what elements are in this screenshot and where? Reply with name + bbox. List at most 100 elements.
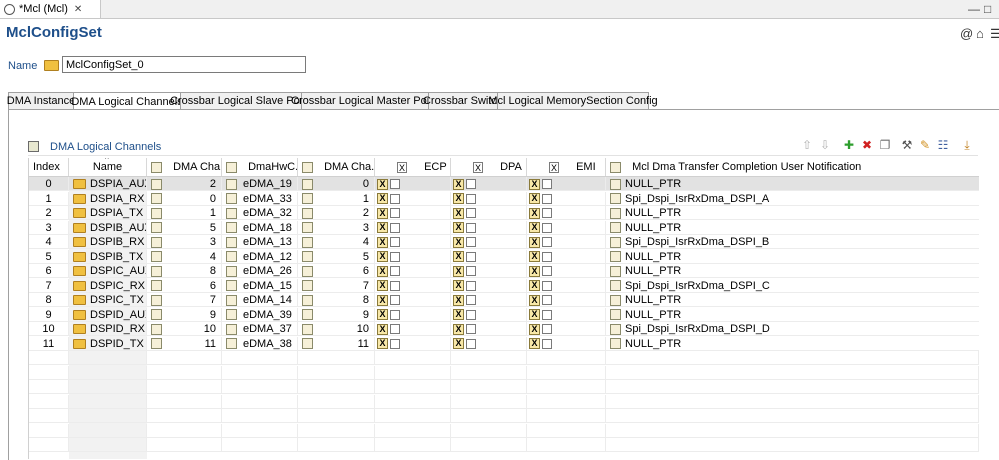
row-dma-hw-channel[interactable]: eDMA_15 <box>222 278 298 293</box>
header-dpa[interactable]: X DPA <box>451 158 527 176</box>
row-notification[interactable]: NULL_PTR <box>606 221 979 235</box>
move-down-icon[interactable]: ⇩ <box>818 138 832 152</box>
dpa-checkbox[interactable] <box>466 193 476 204</box>
row-dma-channel[interactable]: 11 <box>147 336 222 351</box>
minimize-icon[interactable]: — <box>968 2 980 16</box>
row-dma-channel-2[interactable]: 2 <box>298 206 375 220</box>
ecp-checkbox[interactable] <box>390 208 400 219</box>
row-dma-channel-2[interactable]: 11 <box>298 336 375 351</box>
row-name[interactable]: DSPIB_AUX <box>69 220 147 235</box>
calculated-value-icon[interactable]: X <box>529 309 540 321</box>
row-dma-hw-channel[interactable]: eDMA_19 <box>222 177 298 191</box>
ecp-checkbox[interactable] <box>390 193 400 204</box>
edit-table-icon[interactable]: ☷ <box>936 138 950 152</box>
table-row[interactable]: 8 DSPIC_TX 7 eDMA_14 8 X X X NULL_PTR <box>29 293 979 307</box>
emi-checkbox[interactable] <box>542 338 552 349</box>
row-dma-hw-channel[interactable]: eDMA_13 <box>222 235 298 249</box>
ecp-checkbox[interactable] <box>390 295 400 306</box>
calculated-value-icon[interactable]: X <box>377 193 388 205</box>
calculated-value-icon[interactable]: X <box>529 236 540 248</box>
dpa-checkbox[interactable] <box>466 179 476 190</box>
calculated-value-icon[interactable]: X <box>377 323 388 335</box>
calculated-value-icon[interactable]: X <box>529 280 540 292</box>
calculated-value-icon[interactable]: X <box>377 265 388 277</box>
calculated-value-icon[interactable]: X <box>529 178 540 190</box>
row-dma-channel[interactable]: 7 <box>147 293 222 307</box>
row-dma-channel[interactable]: 3 <box>147 235 222 249</box>
calculated-value-icon[interactable]: X <box>453 323 464 335</box>
row-dma-channel[interactable]: 0 <box>147 191 222 206</box>
row-notification[interactable]: NULL_PTR <box>606 308 979 322</box>
calculated-value-icon[interactable]: X <box>377 251 388 263</box>
dpa-checkbox[interactable] <box>466 309 476 320</box>
header-index[interactable]: Index <box>29 158 69 176</box>
row-dma-channel-2[interactable]: 10 <box>298 322 375 336</box>
row-notification[interactable]: Spi_Dspi_IsrRxDma_DSPI_B <box>606 235 979 249</box>
row-dma-channel-2[interactable]: 3 <box>298 220 375 235</box>
header-ecp[interactable]: X ECP <box>375 158 451 176</box>
delete-icon[interactable]: ✖ <box>860 138 874 152</box>
menu-icon[interactable]: ☰ <box>990 26 999 42</box>
row-dma-channel-2[interactable]: 6 <box>298 264 375 278</box>
row-dma-hw-channel[interactable]: eDMA_12 <box>222 249 298 264</box>
table-row[interactable]: 10 DSPID_RX 10 eDMA_37 10 X X X Spi_Dspi_IsrRxDm… <box>29 322 979 336</box>
row-dma-hw-channel[interactable]: eDMA_39 <box>222 307 298 322</box>
calculated-value-icon[interactable]: X <box>453 265 464 277</box>
row-dma-hw-channel[interactable]: eDMA_26 <box>222 264 298 278</box>
calculated-value-icon[interactable]: X <box>377 338 388 350</box>
row-dma-channel-2[interactable]: 7 <box>298 278 375 293</box>
calculated-value-icon[interactable]: X <box>377 222 388 234</box>
tab-crossbar-logical-slave-ports[interactable]: Crossbar Logical Slave Ports <box>170 92 312 109</box>
calculated-value-icon[interactable]: X <box>377 294 388 306</box>
calculated-value-icon[interactable]: X <box>529 294 540 306</box>
header-emi[interactable]: X EMI <box>527 158 606 176</box>
table-row[interactable]: 6 DSPIC_AUX 8 eDMA_26 6 X X X NULL_PTR <box>29 264 979 278</box>
home-icon[interactable]: ⌂ <box>976 26 984 41</box>
table-row[interactable]: 0 DSPIA_AUX 2 eDMA_19 0 X X X NULL_PTR <box>29 177 979 191</box>
calculated-value-icon[interactable]: X <box>453 193 464 205</box>
row-notification[interactable]: NULL_PTR <box>606 264 979 278</box>
row-notification[interactable]: NULL_PTR <box>606 206 979 220</box>
emi-checkbox[interactable] <box>542 179 552 190</box>
calculated-value-icon[interactable]: X <box>529 193 540 205</box>
maximize-icon[interactable]: □ <box>984 2 991 16</box>
row-name[interactable]: DSPIB_TX <box>69 249 147 264</box>
dpa-checkbox[interactable] <box>466 280 476 291</box>
dpa-checkbox[interactable] <box>466 222 476 233</box>
row-notification[interactable]: Spi_Dspi_IsrRxDma_DSPI_A <box>606 192 979 206</box>
name-input[interactable] <box>62 56 306 73</box>
header-dma-channel[interactable]: DMA Cha... <box>147 158 222 176</box>
dpa-checkbox[interactable] <box>466 295 476 306</box>
calculated-value-icon[interactable]: X <box>377 178 388 190</box>
row-name[interactable]: DSPIA_AUX <box>69 177 147 191</box>
close-icon[interactable]: ✕ <box>74 4 82 15</box>
tab-mcl-logical-memorysection-config[interactable]: Mcl Logical MemorySection Config <box>488 92 658 109</box>
calculated-value-icon[interactable]: X <box>453 178 464 190</box>
editor-tab-mcl[interactable]: *Mcl (Mcl) ✕ <box>0 0 101 18</box>
table-row[interactable]: 7 DSPIC_RX 6 eDMA_15 7 X X X Spi_Dspi_IsrRxDma_D… <box>29 278 979 293</box>
dpa-checkbox[interactable] <box>466 251 476 262</box>
dpa-checkbox[interactable] <box>466 338 476 349</box>
ecp-checkbox[interactable] <box>390 251 400 262</box>
header-notification[interactable]: Mcl Dma Transfer Completion User Notific… <box>606 158 979 176</box>
calculated-value-icon[interactable]: X <box>453 207 464 219</box>
ecp-checkbox[interactable] <box>390 324 400 335</box>
row-dma-channel-2[interactable]: 0 <box>298 177 375 191</box>
ecp-checkbox[interactable] <box>390 280 400 291</box>
row-dma-channel[interactable]: 1 <box>147 206 222 220</box>
row-dma-hw-channel[interactable]: eDMA_14 <box>222 293 298 307</box>
calculated-value-icon[interactable]: X <box>377 236 388 248</box>
ecp-checkbox[interactable] <box>390 222 400 233</box>
at-icon[interactable]: @ <box>960 26 973 41</box>
emi-checkbox[interactable] <box>542 237 552 248</box>
row-dma-channel[interactable]: 4 <box>147 249 222 264</box>
row-dma-hw-channel[interactable]: eDMA_38 <box>222 336 298 351</box>
row-dma-hw-channel[interactable]: eDMA_37 <box>222 322 298 336</box>
emi-checkbox[interactable] <box>542 193 552 204</box>
calculated-value-icon[interactable]: X <box>377 309 388 321</box>
row-notification[interactable]: NULL_PTR <box>606 250 979 264</box>
ecp-checkbox[interactable] <box>390 338 400 349</box>
row-name[interactable]: DSPIC_RX <box>69 278 147 293</box>
row-dma-channel[interactable]: 10 <box>147 322 222 336</box>
header-name[interactable]: Name ^ <box>69 158 147 176</box>
